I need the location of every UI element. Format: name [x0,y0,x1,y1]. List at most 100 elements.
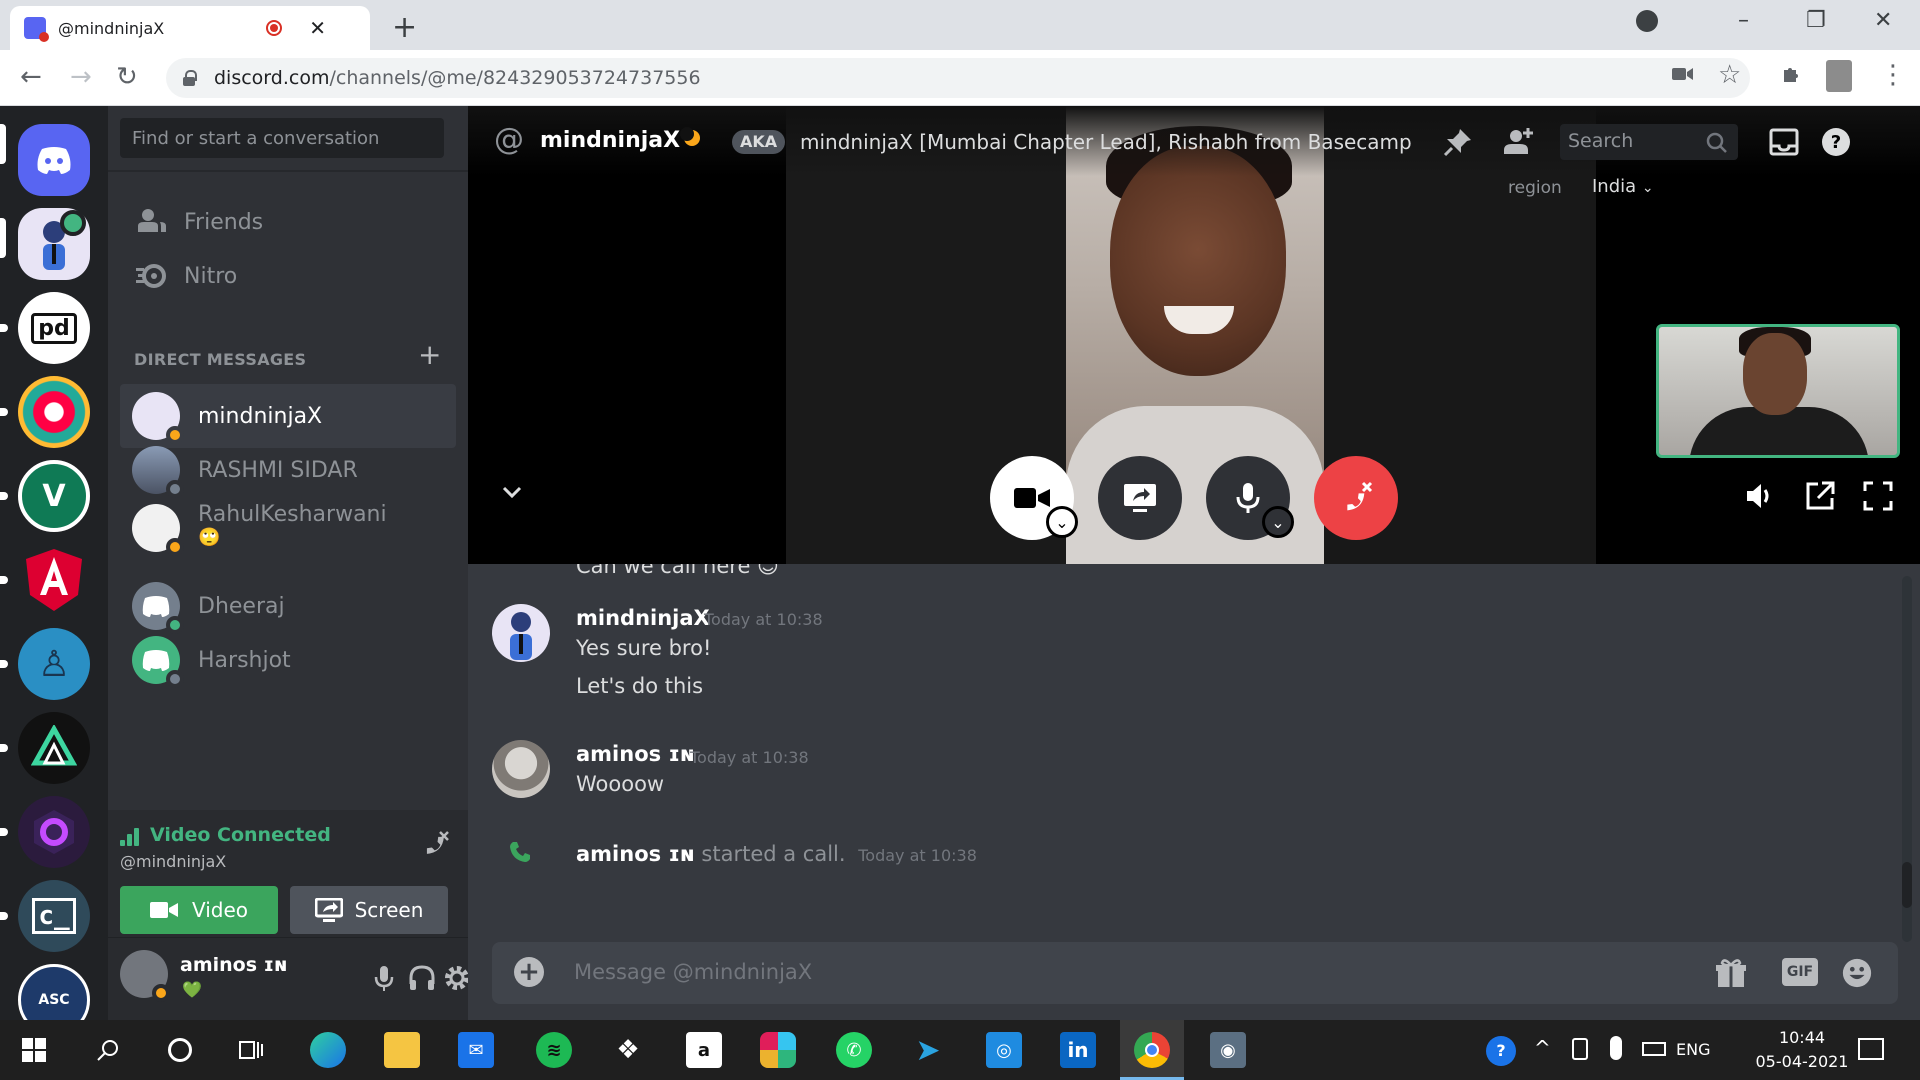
at-icon: @ [494,122,524,157]
back-icon[interactable]: ← [20,62,42,92]
connection-strength-icon[interactable] [120,828,144,846]
whatsapp-icon[interactable]: ✆ [836,1032,872,1068]
pin-icon[interactable] [1442,126,1474,158]
message-author[interactable]: aminos ɪɴ [576,842,695,866]
linkedin-icon[interactable]: in [1060,1032,1096,1068]
task-view-icon[interactable] [238,1038,266,1062]
region-value: India [1592,176,1637,197]
spotify-icon[interactable]: ≋ [536,1032,572,1068]
browser-menu-icon[interactable]: ⋮ [1880,60,1906,90]
address-bar[interactable]: discord.com/channels/@me/824329053724737… [166,58,1750,98]
collapse-call-icon[interactable] [498,478,526,506]
file-explorer-icon[interactable] [384,1032,420,1068]
camera-options-caret[interactable]: ⌄ [1046,506,1078,538]
slack-icon[interactable] [760,1032,796,1068]
help-icon[interactable]: ? [1820,126,1852,158]
create-dm-icon[interactable]: + [418,338,441,371]
region-select[interactable]: India ⌄ [1592,176,1654,197]
cortana-icon[interactable] [168,1038,192,1062]
screen-share-button[interactable]: Screen [290,886,448,934]
camera-in-use-icon[interactable] [1672,64,1694,89]
user-custom-status: 💚 [182,980,202,999]
microphone-call-button[interactable]: ⌄ [1206,456,1294,540]
microphone-icon[interactable] [368,962,400,994]
message-avatar[interactable] [492,740,550,798]
dm-item-rahul[interactable]: RahulKesharwani 🙄 [120,492,456,564]
nav-nitro[interactable]: Nitro [120,246,456,306]
amazon-icon[interactable]: a [686,1032,722,1068]
server-delta[interactable] [18,712,90,784]
end-call-button[interactable] [1314,456,1398,540]
new-tab-icon[interactable]: + [392,10,417,45]
conversation-search[interactable]: Find or start a conversation [120,118,444,158]
headphones-icon[interactable] [406,962,438,994]
clock[interactable]: 10:44 05-04-2021 [1752,1026,1852,1074]
search-icon[interactable] [96,1038,120,1062]
profile-avatar[interactable] [1826,60,1852,92]
clock-time: 10:44 [1778,1028,1826,1047]
add-friend-icon[interactable] [1502,126,1534,158]
video-camera-icon [1014,488,1050,508]
volume-icon[interactable] [1744,480,1776,512]
disconnect-icon[interactable] [418,828,450,860]
message-author[interactable]: aminos ɪɴ [576,742,695,766]
upload-plus-icon[interactable]: + [514,957,544,987]
server-pd[interactable]: pd [18,292,90,364]
server-code[interactable]: c_ [18,880,90,952]
scrollbar-thumb[interactable] [1902,862,1912,908]
bookmark-star-icon[interactable]: ☆ [1718,60,1741,90]
server-vue[interactable]: V [18,460,90,532]
message-author[interactable]: mindninjaX [576,606,710,630]
gif-picker-button[interactable]: GIF [1782,958,1818,986]
emoji-picker-icon[interactable] [1840,957,1874,989]
reload-icon[interactable]: ↻ [116,62,138,92]
fullscreen-icon[interactable] [1862,480,1894,512]
extensions-icon[interactable] [1780,62,1804,92]
server-blue[interactable]: ♙ [18,628,90,700]
toggle-camera-button[interactable]: ⌄ [990,456,1078,540]
settings-gear-icon[interactable] [444,965,470,991]
battery-icon[interactable] [1642,1042,1666,1056]
tab-search-icon[interactable] [1636,10,1658,32]
server-purple[interactable] [18,796,90,868]
windows-start-icon[interactable] [22,1038,46,1062]
message-avatar[interactable] [492,604,550,662]
unread-pill [0,744,8,752]
browser-tab[interactable]: @mindninjaX ✕ [10,6,370,50]
screen-share-call-button[interactable] [1098,456,1182,540]
channel-name[interactable]: mindninjaX [540,128,680,153]
self-video-preview[interactable] [1656,324,1900,458]
scrollbar[interactable] [1902,576,1912,942]
minimize-icon[interactable]: – [1738,8,1749,33]
tray-expand-icon[interactable]: ^ [1534,1036,1551,1060]
tab-close-icon[interactable]: ✕ [309,16,326,40]
notifications-icon[interactable] [1858,1038,1884,1060]
dm-item-harshjot[interactable]: Harshjot [120,628,456,692]
forward-icon[interactable]: → [70,62,92,92]
edge-icon[interactable] [310,1032,346,1068]
mic-options-caret[interactable]: ⌄ [1262,506,1294,538]
window-close-icon[interactable]: ✕ [1874,8,1892,33]
server-atom[interactable] [18,376,90,448]
dropbox-icon[interactable]: ❖ [610,1032,646,1068]
pop-out-icon[interactable] [1804,480,1836,512]
server-asc[interactable]: ASC [18,964,90,1020]
device-tray-icon[interactable] [1572,1038,1588,1060]
gift-icon[interactable] [1714,957,1748,989]
help-tray-icon[interactable]: ? [1486,1036,1516,1066]
language-indicator[interactable]: ENG [1676,1040,1710,1059]
home-button[interactable] [18,124,90,196]
voice-status-title[interactable]: Video Connected [150,824,331,846]
instagram-icon[interactable]: ◎ [986,1032,1022,1068]
mail-icon[interactable]: ✉ [458,1032,494,1068]
nav-friends[interactable]: Friends [120,192,456,252]
inbox-icon[interactable] [1768,126,1800,158]
server-angular[interactable] [18,544,90,616]
microphone-tray-icon[interactable] [1610,1036,1622,1060]
chrome-taskbar-item[interactable] [1120,1020,1184,1080]
restore-icon[interactable]: ❐ [1806,8,1826,33]
message-input[interactable]: Message @mindninjaX [574,960,812,984]
video-button[interactable]: Video [120,886,278,934]
camera-app-icon[interactable]: ◉ [1210,1032,1246,1068]
telegram-icon[interactable]: ➤ [910,1032,946,1068]
